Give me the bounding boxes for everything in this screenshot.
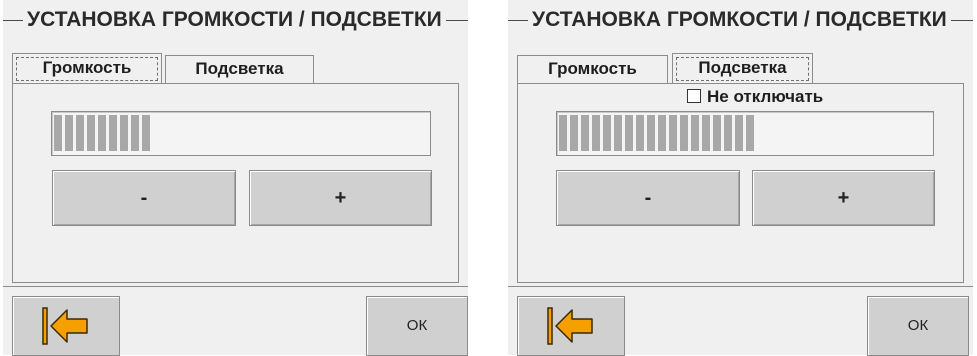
level-segment: [680, 115, 688, 151]
screen-title: УСТАНОВКА ГРОМКОСТИ / ПОДСВЕТКИ: [528, 8, 951, 32]
level-segment: [702, 115, 710, 151]
level-segment: [603, 115, 611, 151]
level-segment: [746, 115, 754, 151]
level-segment: [54, 115, 62, 151]
checkbox-unchecked-icon[interactable]: [687, 89, 701, 103]
level-segment: [691, 115, 699, 151]
back-to-start-arrow-icon: [547, 307, 593, 345]
level-segment: [65, 115, 73, 151]
level-segment: [142, 115, 150, 151]
backlight-level-meter: [556, 111, 934, 156]
tab-volume-label: Громкость: [548, 59, 637, 78]
level-segment: [131, 115, 139, 151]
volume-level-meter: [51, 111, 431, 156]
back-button[interactable]: [517, 296, 625, 356]
level-segment: [713, 115, 721, 151]
level-segment: [581, 115, 589, 151]
level-segment: [570, 115, 578, 151]
level-segment: [592, 115, 600, 151]
level-segments: [559, 115, 754, 151]
level-segment: [87, 115, 95, 151]
backlight-level-fill: [559, 115, 757, 151]
backlight-decrease-button[interactable]: -: [556, 170, 740, 226]
level-segment: [636, 115, 644, 151]
ok-button[interactable]: ОК: [867, 296, 969, 356]
level-segment: [120, 115, 128, 151]
volume-increase-button[interactable]: +: [249, 170, 432, 226]
tab-backlight[interactable]: Подсветка: [672, 53, 813, 83]
level-segments: [54, 115, 150, 151]
level-segment: [98, 115, 106, 151]
tab-volume[interactable]: Громкость: [12, 53, 162, 83]
footer-divider: [508, 286, 973, 287]
level-segment: [559, 115, 567, 151]
ok-button[interactable]: ОК: [366, 296, 468, 356]
back-to-start-arrow-icon: [42, 307, 88, 345]
volume-settings-screen: УСТАНОВКА ГРОМКОСТИ / ПОДСВЕТКИ Громкост…: [3, 0, 468, 356]
tab-backlight[interactable]: Подсветка: [165, 55, 314, 83]
screen-title: УСТАНОВКА ГРОМКОСТИ / ПОДСВЕТКИ: [23, 8, 446, 32]
backlight-increase-button[interactable]: +: [752, 170, 935, 226]
volume-level-fill: [54, 115, 153, 151]
level-segment: [625, 115, 633, 151]
tab-volume[interactable]: Громкость: [517, 55, 668, 83]
volume-decrease-button[interactable]: -: [52, 170, 236, 226]
level-segment: [658, 115, 666, 151]
level-segment: [614, 115, 622, 151]
level-segment: [669, 115, 677, 151]
level-segment: [735, 115, 743, 151]
level-segment: [724, 115, 732, 151]
back-button[interactable]: [12, 296, 120, 356]
level-segment: [76, 115, 84, 151]
tab-backlight-label: Подсветка: [195, 59, 284, 78]
footer-divider: [3, 286, 468, 287]
backlight-settings-screen: УСТАНОВКА ГРОМКОСТИ / ПОДСВЕТКИ Громкост…: [508, 0, 973, 356]
tab-focus-outline: [16, 57, 158, 81]
level-segment: [647, 115, 655, 151]
keep-on-label: Не отключать: [707, 87, 824, 106]
tab-focus-outline: [676, 57, 809, 81]
level-segment: [109, 115, 117, 151]
